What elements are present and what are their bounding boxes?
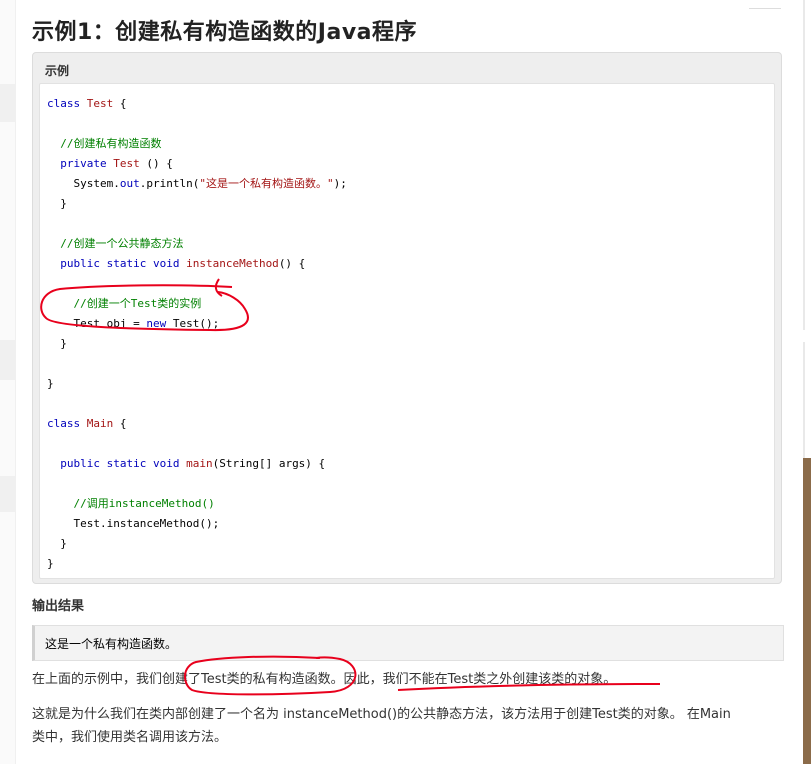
- example-label: 示例: [45, 64, 70, 78]
- code-token: void: [152, 257, 187, 270]
- sidebar-block: [0, 476, 15, 512]
- code-line: //创建一个Test类的实例: [47, 294, 201, 314]
- sidebar-block: [0, 84, 15, 122]
- code-token: class: [47, 97, 87, 110]
- code-token: //创建一个公共静态方法: [47, 237, 184, 250]
- code-token: System.: [47, 177, 120, 190]
- code-token: main: [186, 457, 213, 470]
- code-token: void: [152, 457, 187, 470]
- code-token: public: [60, 257, 107, 270]
- left-sidebar-gutter: [0, 0, 16, 764]
- code-token: //调用instanceMethod(): [47, 497, 215, 510]
- code-token: Main: [86, 417, 114, 430]
- code-token: new: [146, 317, 173, 330]
- code-token: );: [333, 177, 347, 190]
- code-line: public static void main(String[] args) {: [47, 454, 325, 474]
- code-line: //创建私有构造函数: [47, 134, 162, 154]
- code-token: "这是一个私有构造函数。": [199, 177, 334, 190]
- code-token: Test: [86, 97, 114, 110]
- page-title: 示例1：创建私有构造函数的Java程序: [32, 20, 418, 45]
- divider: [803, 0, 805, 330]
- output-heading: 输出结果: [32, 599, 85, 614]
- code-token: {: [113, 97, 127, 110]
- code-line: System.out.println("这是一个私有构造函数。");: [47, 174, 347, 194]
- example-box: 示例 class Test { //创建私有构造函数 private Test …: [32, 52, 782, 584]
- code-token: class: [47, 417, 87, 430]
- code-token: Test.instanceMethod();: [47, 517, 220, 530]
- code-token: {: [113, 417, 127, 430]
- code-line: }: [47, 374, 54, 394]
- code-line: //调用instanceMethod(): [47, 494, 215, 514]
- code-line: Test obj = new Test();: [47, 314, 219, 334]
- code-token: Test: [113, 157, 140, 170]
- code-token: () {: [139, 157, 173, 170]
- code-token: Test();: [172, 317, 220, 330]
- right-gutter: [801, 0, 811, 764]
- scrollbar-thumb[interactable]: [803, 458, 811, 764]
- code-block[interactable]: class Test { //创建私有构造函数 private Test () …: [39, 83, 775, 579]
- code-line: Test.instanceMethod();: [47, 514, 219, 534]
- code-line: class Test {: [47, 94, 127, 114]
- paragraph-1: 在上面的示例中，我们创建了Test类的私有构造函数。因此，我们不能在Test类之…: [32, 672, 617, 687]
- code-line: public static void instanceMethod() {: [47, 254, 305, 274]
- code-token: private: [60, 157, 114, 170]
- code-token: public: [60, 457, 107, 470]
- code-token: out: [119, 177, 140, 190]
- code-token: }: [47, 197, 67, 210]
- code-line: }: [47, 194, 67, 214]
- code-line: private Test () {: [47, 154, 173, 174]
- code-token: //创建一个Test类的实例: [47, 297, 202, 310]
- code-token: .println(: [139, 177, 200, 190]
- code-token: (String[] args) {: [212, 457, 326, 470]
- divider: [749, 8, 781, 9]
- code-token: }: [47, 537, 67, 550]
- output-box: 这是一个私有构造函数。: [32, 625, 784, 661]
- code-token: () {: [278, 257, 306, 270]
- paragraph-2-line-2: 类中，我们使用类名调用该方法。: [32, 730, 228, 745]
- code-line: //创建一个公共静态方法: [47, 234, 184, 254]
- code-token: instanceMethod: [186, 257, 279, 270]
- sidebar-block: [0, 340, 15, 380]
- code-line: }: [47, 554, 54, 574]
- code-token: Test obj =: [47, 317, 147, 330]
- output-text: 这是一个私有构造函数。: [45, 637, 178, 651]
- code-line: }: [47, 534, 67, 554]
- code-token: }: [47, 557, 54, 570]
- code-token: static: [106, 257, 153, 270]
- code-line: class Main {: [47, 414, 127, 434]
- code-token: }: [47, 337, 67, 350]
- code-token: }: [47, 377, 54, 390]
- paragraph-2-line-1: 这就是为什么我们在类内部创建了一个名为 instanceMethod()的公共静…: [32, 707, 731, 722]
- code-line: }: [47, 334, 67, 354]
- code-token: //创建私有构造函数: [47, 137, 162, 150]
- code-token: static: [106, 457, 153, 470]
